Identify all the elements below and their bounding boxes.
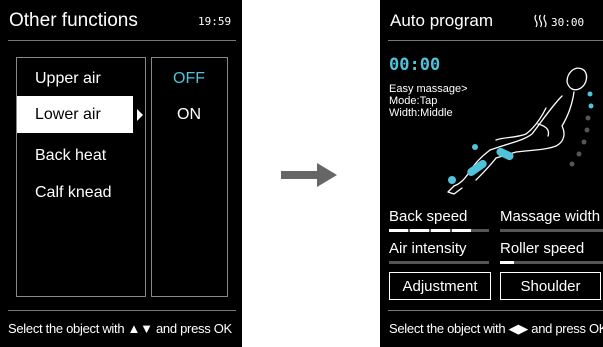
roller-speed-seg-1 [500, 261, 514, 264]
param-massage-width: Massage width [500, 208, 601, 225]
screen-title: Auto program [390, 11, 493, 30]
param-roller-speed: Roller speed [500, 240, 585, 257]
footer-divider [8, 310, 236, 311]
footer-instruction: Select the object with ▲▼ and press OK [8, 321, 232, 336]
footer-instruction: Select the object with ◀▶ and press OK [389, 321, 603, 336]
menu-item-back-heat[interactable]: Back heat [17, 140, 144, 172]
shoulder-button[interactable]: Shoulder [500, 272, 601, 300]
menu-item-lower-air[interactable]: Lower air [17, 96, 133, 133]
right-arrow-icon [281, 163, 337, 187]
header-divider [388, 40, 603, 41]
elapsed-timer: 00:00 [389, 55, 441, 75]
massage-chair-figure-icon [447, 67, 594, 195]
menu-item-calf-knead[interactable]: Calf knead [17, 177, 144, 209]
adjustment-button[interactable]: Adjustment [389, 272, 491, 300]
option-on[interactable]: ON [152, 99, 226, 131]
screen-title: Other functions [9, 10, 138, 31]
other-functions-screen: Other functions 19:59 Upper air Lower ai… [0, 0, 242, 347]
caret-right-icon [137, 109, 143, 121]
air-intensity-bar [389, 261, 489, 264]
remaining-time: 30:00 [551, 16, 585, 29]
massage-width-bar [500, 229, 603, 232]
back-speed-seg-2 [410, 229, 429, 232]
mode-label: Mode:Tap [389, 95, 438, 107]
back-speed-seg-3 [431, 229, 450, 232]
back-speed-seg-1 [389, 229, 408, 232]
clock: 19:59 [198, 15, 232, 28]
param-air-intensity: Air intensity [389, 240, 467, 257]
header-divider [8, 40, 236, 41]
footer-divider [388, 310, 603, 311]
option-off[interactable]: OFF [152, 63, 226, 95]
param-back-speed: Back speed [389, 208, 468, 225]
back-speed-seg-4 [452, 229, 471, 232]
roller-speed-bar [500, 261, 603, 264]
menu-item-upper-air[interactable]: Upper air [17, 63, 144, 95]
auto-program-screen: Auto program 30:00 00:00 Easy massage> M… [380, 0, 603, 347]
heat-waves-icon [534, 14, 547, 28]
